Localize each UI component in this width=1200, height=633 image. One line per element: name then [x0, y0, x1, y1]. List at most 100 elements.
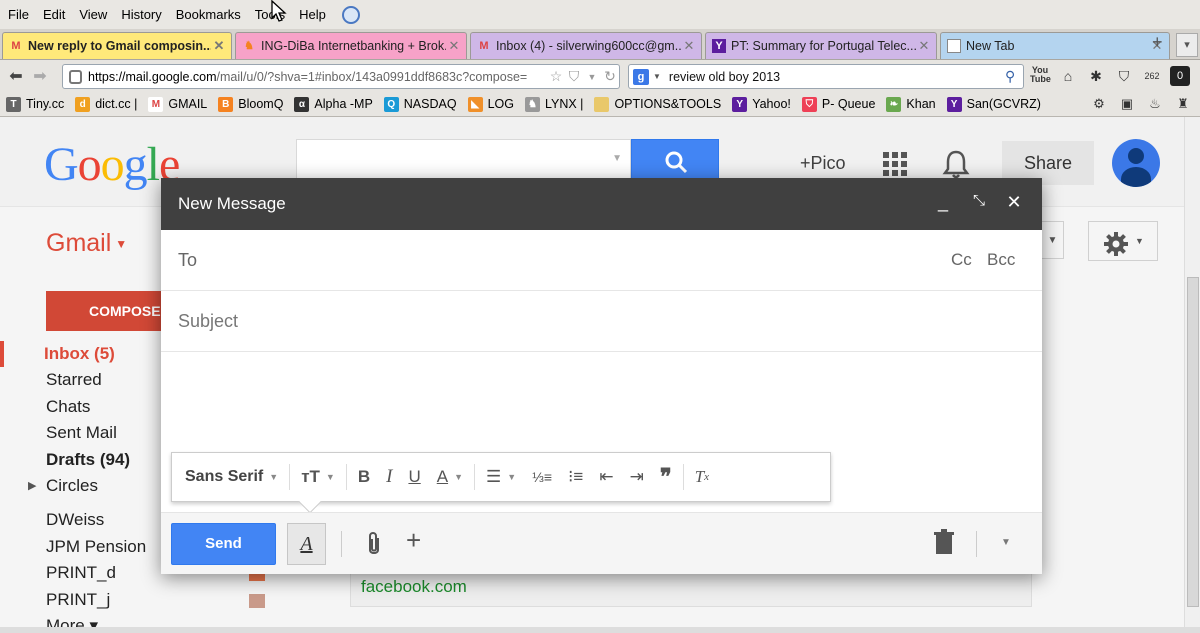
message-body[interactable] — [161, 352, 1042, 452]
close-icon[interactable]: ✕ — [1004, 192, 1024, 213]
bookmark-lynx[interactable]: ♞ LYNX | — [524, 96, 583, 112]
exit-fullscreen-icon[interactable]: ⤡ — [969, 192, 989, 209]
menu-help[interactable]: Help — [299, 7, 326, 22]
bulleted-list-icon[interactable]: ⁝≡ — [560, 462, 591, 492]
send-button[interactable]: Send — [171, 523, 276, 565]
dropdown-arrow-icon[interactable]: ▼ — [583, 72, 601, 82]
bulb-icon[interactable]: ♨ — [1146, 96, 1164, 114]
notification-badge[interactable]: 0 — [1170, 66, 1190, 86]
search-options-chevron-icon[interactable]: ▼ — [612, 153, 622, 164]
tab-close-icon[interactable]: ✕ — [916, 38, 932, 54]
remove-formatting-icon[interactable]: Tx — [687, 462, 717, 492]
label-color-swatch[interactable] — [249, 593, 265, 608]
align-button[interactable]: ☰ ▼ — [478, 462, 524, 492]
formatting-options-button[interactable]: A — [287, 523, 326, 565]
youtube-icon[interactable]: You Tube — [1030, 66, 1051, 86]
tab-close-icon[interactable]: ✕ — [211, 38, 227, 54]
browser-addon-icon[interactable] — [341, 5, 360, 24]
tab-new-tab[interactable]: New Tab ✕ — [940, 32, 1170, 59]
paperclip-icon[interactable] — [363, 530, 385, 558]
bookmark-tinycc[interactable]: T Tiny.cc — [6, 96, 64, 112]
scrollbar-thumb[interactable] — [1187, 277, 1199, 607]
tab-close-icon[interactable]: ✕ — [681, 38, 697, 54]
gmail-menu-label[interactable]: Gmail ▼ — [46, 229, 127, 258]
horizontal-scrollbar[interactable] — [0, 627, 1200, 633]
url-bar[interactable]: https://mail.google.com/mail/u/0/?shva=1… — [62, 64, 620, 89]
tab-gmail-reply[interactable]: M New reply to Gmail composin... ✕ — [2, 32, 232, 59]
tab-close-icon[interactable]: ✕ — [446, 38, 462, 54]
more-actions-chevron-icon[interactable]: ▼ — [1042, 221, 1064, 259]
google-search-engine-icon[interactable]: g — [633, 68, 649, 85]
more-options-chevron-icon[interactable]: ▼ — [1001, 537, 1011, 548]
bookmark-bloomq[interactable]: B BloomQ — [218, 96, 283, 112]
tab-inbox[interactable]: M Inbox (4) - silverwing600cc@gm... ✕ — [470, 32, 702, 59]
font-size-button[interactable]: тT ▼ — [293, 462, 343, 492]
counter-badge[interactable]: 262 — [1142, 66, 1162, 86]
tab-list-chevron-icon[interactable]: ▾ — [1176, 33, 1198, 57]
bookmark-log[interactable]: ◣ LOG — [467, 96, 514, 112]
tools-icon[interactable]: ⚙ — [1090, 96, 1108, 114]
bookmark-options-tools[interactable]: OPTIONS&TOOLS — [594, 96, 721, 112]
bookmark-nasdaq[interactable]: Q NASDAQ — [383, 96, 457, 112]
bookmark-yahoo[interactable]: Y Yahoo! — [732, 96, 791, 112]
back-arrow-icon[interactable]: ⬅ — [4, 66, 28, 86]
font-family-select[interactable]: Sans Serif ▼ — [172, 462, 286, 492]
home-icon[interactable]: ⌂ — [1058, 66, 1078, 86]
numbered-list-icon[interactable]: ⅓≡ — [524, 462, 560, 492]
bookmark-khan[interactable]: ❧ Khan — [886, 96, 936, 112]
plus-profile-link[interactable]: +Pico — [800, 153, 846, 174]
bcc-link[interactable]: Bcc — [987, 250, 1015, 270]
pocket-icon[interactable]: ⛉ — [1114, 66, 1134, 86]
label-print-j[interactable]: PRINT_j — [0, 587, 290, 613]
apps-grid-icon[interactable] — [883, 152, 907, 176]
bookmark-dictcc[interactable]: d dict.cc | — [75, 96, 137, 112]
bookmark-gmail[interactable]: M GMAIL — [148, 96, 207, 112]
bell-icon[interactable] — [942, 149, 970, 179]
cc-link[interactable]: Cc — [951, 250, 972, 270]
web-search-box[interactable]: g ▼ review old boy 2013 ⚲ — [628, 64, 1024, 89]
screenshot-icon[interactable]: ▣ — [1118, 96, 1136, 114]
menu-bookmarks[interactable]: Bookmarks — [176, 7, 241, 22]
expand-triangle-icon[interactable]: ▶ — [28, 473, 36, 499]
italic-icon[interactable]: I — [378, 462, 400, 492]
google-logo[interactable]: Google — [44, 137, 180, 192]
yahoo-icon: Y — [946, 96, 962, 112]
trash-icon[interactable] — [933, 529, 955, 555]
bookmark-alpha[interactable]: α Alpha -MP — [294, 96, 373, 112]
forward-arrow-icon[interactable]: ➡ — [28, 66, 52, 86]
align-left-icon: ☰ — [485, 467, 502, 486]
subject-input[interactable] — [178, 305, 938, 337]
settings-button[interactable]: ▼ — [1088, 221, 1158, 261]
tab-ing-diba[interactable]: ♞ ING-DiBa Internetbanking + Brok... ✕ — [235, 32, 467, 59]
quote-icon[interactable]: ❞ — [652, 462, 680, 492]
addon-icon[interactable]: ♜ — [1174, 96, 1192, 114]
addons-gear-icon[interactable]: ✱ — [1086, 66, 1106, 86]
menu-file[interactable]: File — [8, 7, 29, 22]
facebook-link[interactable]: facebook.com — [361, 577, 467, 597]
avatar[interactable] — [1112, 139, 1160, 187]
tab-portugal-telecom[interactable]: Y PT: Summary for Portugal Telec... ✕ — [705, 32, 937, 59]
bold-icon[interactable]: B — [350, 462, 378, 492]
engine-dropdown-icon[interactable]: ▼ — [653, 72, 661, 81]
bookmark-san[interactable]: Y San(GCVRZ) — [946, 96, 1041, 112]
vertical-scrollbar[interactable] — [1184, 117, 1200, 633]
insert-more-plus-icon[interactable]: + — [406, 525, 421, 556]
indent-more-icon[interactable]: ⇥ — [622, 462, 652, 492]
compose-button[interactable]: COMPOSE — [46, 291, 176, 331]
menu-edit[interactable]: Edit — [43, 7, 65, 22]
reload-icon[interactable]: ↻ — [601, 68, 619, 85]
indent-less-icon[interactable]: ⇤ — [591, 462, 621, 492]
underline-icon[interactable]: U — [400, 462, 428, 492]
gmail-search-button[interactable] — [631, 139, 719, 181]
bookmark-p-queue[interactable]: ⛉ P- Queue — [801, 96, 875, 112]
magnifier-icon[interactable]: ⚲ — [1005, 68, 1023, 85]
new-tab-plus-icon[interactable]: + — [1152, 32, 1163, 53]
minimize-icon[interactable]: _ — [933, 192, 953, 213]
gmail-search-input[interactable]: ▼ — [296, 139, 631, 181]
text-color-button[interactable]: A ▼ — [429, 462, 471, 492]
menu-history[interactable]: History — [121, 7, 161, 22]
nav-bar: ⬅ ➡ https://mail.google.com/mail/u/0/?sh… — [0, 60, 1200, 92]
shield-icon[interactable]: ⛉ — [565, 68, 583, 85]
menu-view[interactable]: View — [79, 7, 107, 22]
star-icon[interactable]: ☆ — [547, 68, 565, 85]
